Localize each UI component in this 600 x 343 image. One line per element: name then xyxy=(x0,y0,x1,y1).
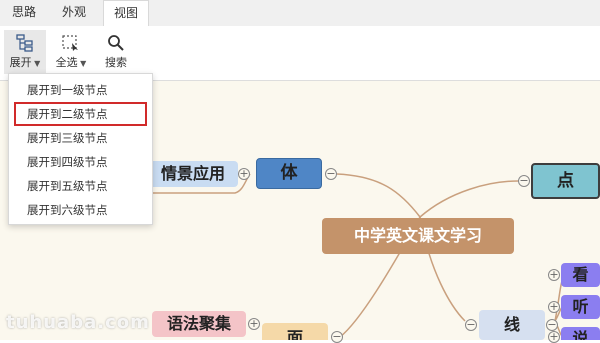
link-root-ti xyxy=(336,173,421,218)
menu-item-expand-level-1[interactable]: 展开到一级节点 xyxy=(15,79,146,101)
select-all-icon xyxy=(62,35,78,51)
branch-node-xian[interactable]: 线 xyxy=(479,310,545,340)
collapse-xian-icon[interactable]: − xyxy=(465,319,477,331)
branch-node-mian[interactable]: 面 xyxy=(262,323,328,340)
menu-item-expand-level-2[interactable]: 展开到二级节点 xyxy=(14,102,147,126)
tab-thinking[interactable]: 思路 xyxy=(6,0,42,26)
expand-tree-icon xyxy=(16,34,33,52)
collapse-ti-icon[interactable]: − xyxy=(325,168,337,180)
search-button[interactable]: 搜索 xyxy=(95,30,137,74)
expand-yufa-icon[interactable]: + xyxy=(248,318,260,330)
watermark-text: tuhuaba.com xyxy=(6,312,150,333)
link-root-dian xyxy=(419,180,519,218)
expand-qingjing-icon[interactable]: + xyxy=(238,168,250,180)
menu-item-expand-level-4[interactable]: 展开到四级节点 xyxy=(15,151,146,173)
search-icon xyxy=(108,35,124,51)
leaf-node-shuo[interactable]: 说 xyxy=(561,327,600,340)
expand-label: 展开 xyxy=(9,56,32,69)
menu-item-expand-level-3[interactable]: 展开到三级节点 xyxy=(15,127,146,149)
expand-dropdown-menu: 展开到一级节点 展开到二级节点 展开到三级节点 展开到四级节点 展开到五级节点 … xyxy=(8,73,153,225)
expand-kan-icon[interactable]: + xyxy=(548,269,560,281)
collapse-mian-icon[interactable]: − xyxy=(331,331,343,343)
menu-item-expand-level-5[interactable]: 展开到五级节点 xyxy=(15,175,146,197)
branch-node-ti[interactable]: 体 xyxy=(256,158,322,189)
select-all-label: 全选 xyxy=(55,56,78,69)
branch-node-dian[interactable]: 点 xyxy=(531,163,600,199)
tab-view[interactable]: 视图 xyxy=(103,0,149,27)
select-all-dropdown-icon: ▼ xyxy=(77,59,87,68)
expand-ting-icon[interactable]: + xyxy=(548,301,560,313)
leaf-node-yufa[interactable]: 语法聚集 xyxy=(152,311,246,337)
leaf-node-ting[interactable]: 听 xyxy=(561,295,600,319)
expand-button[interactable]: 展开 ▼ xyxy=(4,30,46,74)
expand-dropdown-icon: ▼ xyxy=(31,59,41,68)
leaf-node-qingjing[interactable]: 情景应用 xyxy=(148,161,238,187)
tab-appearance[interactable]: 外观 xyxy=(56,0,92,26)
menu-item-expand-level-6[interactable]: 展开到六级节点 xyxy=(15,199,146,221)
select-all-button[interactable]: 全选 ▼ xyxy=(50,30,92,74)
ribbon-tabs: 思路 外观 视图 xyxy=(0,0,600,27)
expand-shuo-icon[interactable]: + xyxy=(548,331,560,343)
leaf-node-kan[interactable]: 看 xyxy=(561,263,600,287)
mindmap-root-node[interactable]: 中学英文课文学习 xyxy=(322,218,514,254)
search-label: 搜索 xyxy=(105,56,127,69)
collapse-dian-icon[interactable]: − xyxy=(518,175,530,187)
